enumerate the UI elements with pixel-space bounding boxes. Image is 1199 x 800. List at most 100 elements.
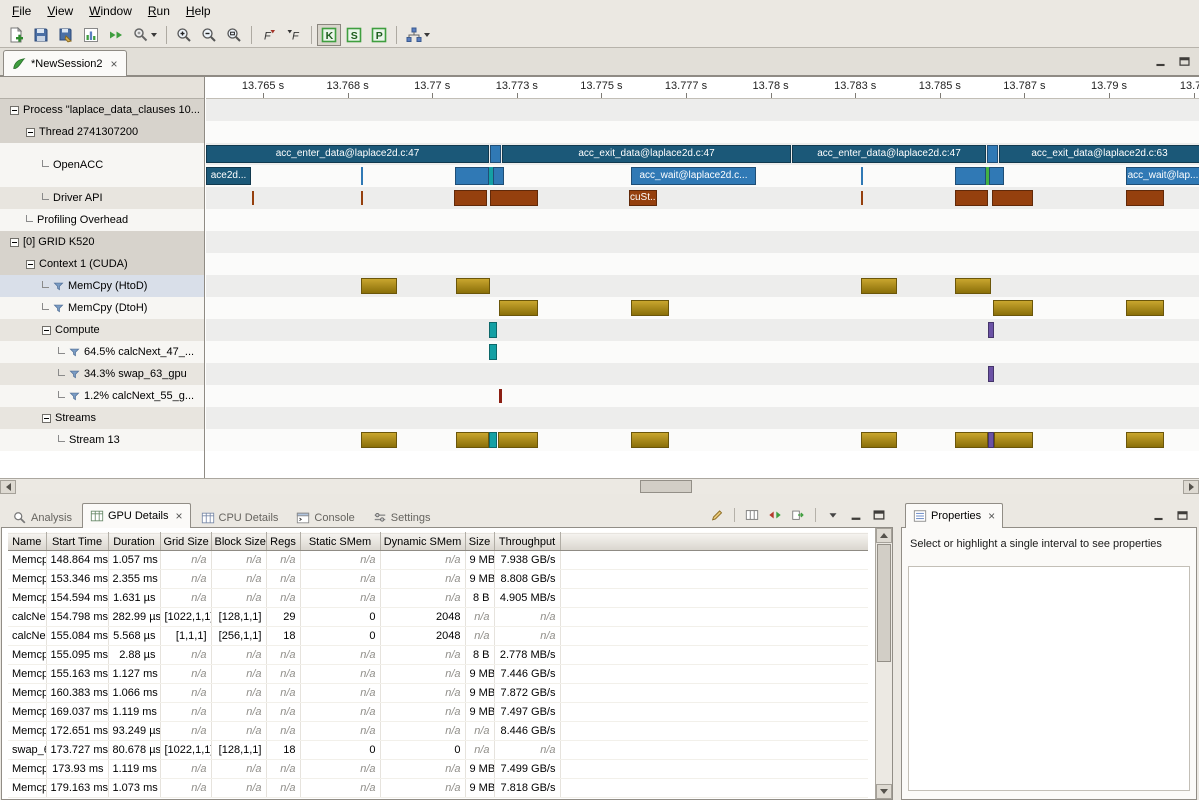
timeline-interval[interactable] (455, 167, 489, 185)
timeline-interval[interactable] (361, 278, 397, 294)
table-vertical-scrollbar[interactable] (875, 528, 892, 799)
scroll-right-button[interactable] (1183, 480, 1199, 494)
timeline-horizontal-scrollbar[interactable] (0, 478, 1199, 494)
collapse-toggle-icon[interactable] (42, 326, 51, 335)
timeline-interval[interactable] (361, 432, 397, 448)
column-header-block-size[interactable]: Block Size (211, 533, 266, 551)
menu-help[interactable]: Help (178, 2, 219, 20)
collapse-toggle-icon[interactable] (26, 260, 35, 269)
column-header-grid-size[interactable]: Grid Size (160, 533, 211, 551)
table-row[interactable]: Memcp148.864 ms1.057 msn/an/an/an/an/a9 … (8, 551, 868, 570)
timeline-interval[interactable] (489, 344, 497, 360)
timeline-interval[interactable] (861, 432, 897, 448)
column-header-start-time[interactable]: Start Time (46, 533, 108, 551)
new-session-button[interactable] (4, 24, 28, 46)
close-icon[interactable]: × (111, 57, 118, 71)
timeline-interval[interactable] (456, 278, 490, 294)
timeline-interval[interactable] (861, 191, 863, 205)
table-row[interactable]: Memcp179.163 ms1.073 msn/an/an/an/an/a9 … (8, 779, 868, 798)
timeline-interval[interactable] (361, 167, 363, 185)
mark-mode-button[interactable] (708, 506, 726, 523)
collapse-toggle-icon[interactable] (26, 128, 35, 137)
timeline-interval[interactable]: acc_wait@laplace2d.c... (631, 167, 756, 185)
zoom-fit-button[interactable] (222, 24, 246, 46)
table-row[interactable]: Memcp153.346 ms2.355 msn/an/an/an/an/a9 … (8, 570, 868, 589)
timeline-interval[interactable] (955, 190, 988, 206)
tab-gpu-details[interactable]: GPU Details× (82, 503, 191, 528)
column-header-regs[interactable]: Regs (266, 533, 300, 551)
scroll-up-button[interactable] (876, 528, 892, 543)
timeline-interval[interactable] (361, 191, 363, 205)
timeline-interval[interactable]: cuSt... (629, 190, 657, 206)
tab-properties[interactable]: Properties × (905, 503, 1003, 528)
timeline-interval[interactable] (489, 432, 497, 448)
scroll-left-button[interactable] (0, 480, 16, 494)
view-menu-button[interactable] (824, 506, 842, 523)
scrollbar-thumb[interactable] (877, 544, 891, 662)
maximize-view-button[interactable] (1175, 53, 1193, 69)
timeline-tree-row[interactable]: [0] GRID K520 (0, 231, 204, 253)
show-chart-button[interactable] (79, 24, 103, 46)
minimize-view-button[interactable] (1149, 507, 1167, 523)
session-tab[interactable]: *NewSession2 × (3, 50, 127, 76)
tab-console[interactable]: Console (288, 506, 362, 528)
close-icon[interactable]: × (988, 509, 995, 523)
timeline-tree-row[interactable]: Driver API (0, 187, 204, 209)
timeline-interval[interactable] (454, 190, 487, 206)
highlight-kernels-button[interactable]: K (317, 24, 341, 46)
timeline-interval[interactable] (456, 432, 489, 448)
column-header-size[interactable]: Size (465, 533, 494, 551)
timeline-tree-row[interactable]: Profiling Overhead (0, 209, 204, 231)
column-header-dynamic-smem[interactable]: Dynamic SMem (380, 533, 465, 551)
timeline-interval[interactable]: acc_wait@lap... (1126, 167, 1199, 185)
timeline-interval[interactable]: ace2d... (206, 167, 251, 185)
timeline-interval[interactable] (861, 278, 897, 294)
collect-data-button[interactable] (104, 24, 128, 46)
close-icon[interactable]: × (176, 509, 183, 523)
timeline-interval[interactable] (992, 190, 1033, 206)
timeline-interval[interactable] (631, 432, 669, 448)
save-timeline-button[interactable] (54, 24, 78, 46)
export-data-button[interactable] (789, 506, 807, 523)
timeline-interval[interactable] (955, 278, 991, 294)
timeline-interval[interactable] (989, 167, 1004, 185)
scrollbar-thumb[interactable] (640, 480, 692, 493)
table-row[interactable]: Memcp155.163 ms1.127 msn/an/an/an/an/a9 … (8, 665, 868, 684)
timeline-interval[interactable] (994, 432, 1033, 448)
column-header-static-smem[interactable]: Static SMem (300, 533, 380, 551)
timeline-interval[interactable] (252, 191, 254, 205)
timeline-interval[interactable] (861, 167, 863, 185)
timeline-tree-row[interactable]: Stream 13 (0, 429, 204, 451)
goto-next-marker-button[interactable]: F (282, 24, 306, 46)
timeline-interval[interactable]: acc_exit_data@laplace2d.c:47 (502, 145, 791, 163)
timeline-interval[interactable] (1126, 432, 1164, 448)
highlight-processes-button[interactable]: P (367, 24, 391, 46)
menu-window[interactable]: Window (81, 2, 140, 20)
timeline-interval[interactable] (993, 300, 1033, 316)
timeline-interval[interactable] (490, 190, 538, 206)
timeline-tree-row[interactable]: OpenACC (0, 143, 204, 187)
timeline-interval[interactable] (1126, 300, 1164, 316)
profile-settings-button[interactable] (129, 24, 161, 46)
collapse-toggle-icon[interactable] (10, 106, 19, 115)
timeline-interval[interactable] (493, 167, 504, 185)
timeline-tree-row[interactable]: 64.5% calcNext_47_... (0, 341, 204, 363)
goto-prev-marker-button[interactable]: F (257, 24, 281, 46)
zoom-in-button[interactable] (172, 24, 196, 46)
timeline-interval[interactable] (631, 300, 669, 316)
timeline-tree-row[interactable]: Process "laplace_data_clauses 10... (0, 99, 204, 121)
run-analysis-button[interactable] (402, 24, 434, 46)
table-row[interactable]: calcNe155.084 ms5.568 µs[1,1,1][256,1,1]… (8, 627, 868, 646)
timeline-interval[interactable] (1126, 190, 1164, 206)
timeline-tree-row[interactable]: MemCpy (DtoH) (0, 297, 204, 319)
minimize-view-button[interactable] (1151, 53, 1169, 69)
timeline-interval[interactable] (498, 432, 538, 448)
highlight-streams-button[interactable]: S (342, 24, 366, 46)
collapse-toggle-icon[interactable] (10, 238, 19, 247)
timeline-interval[interactable] (490, 145, 501, 163)
timeline-tree-row[interactable]: Compute (0, 319, 204, 341)
table-row[interactable]: Memcp155.095 ms2.88 µsn/an/an/an/an/a8 B… (8, 646, 868, 665)
save-session-button[interactable] (29, 24, 53, 46)
timeline-tree-row[interactable]: Context 1 (CUDA) (0, 253, 204, 275)
timeline-interval[interactable]: acc_enter_data@laplace2d.c:47 (206, 145, 489, 163)
